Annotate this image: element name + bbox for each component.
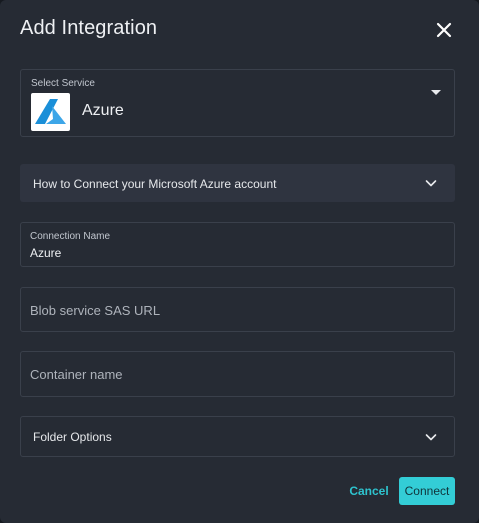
how-to-connect-accordion[interactable]: How to Connect your Microsoft Azure acco…	[20, 164, 455, 202]
container-name-field[interactable]: Container name	[20, 351, 455, 397]
blob-sas-url-placeholder: Blob service SAS URL	[30, 303, 161, 318]
service-select-label: Select Service	[31, 78, 95, 89]
folder-options-label: Folder Options	[33, 430, 112, 444]
close-button[interactable]	[434, 20, 454, 40]
container-name-placeholder: Container name	[30, 367, 123, 382]
connect-button[interactable]: Connect	[399, 477, 455, 505]
service-select-value: Azure	[82, 102, 124, 119]
chevron-down-icon	[425, 180, 437, 187]
close-icon	[436, 22, 452, 38]
connection-name-field[interactable]: Connection Name Azure	[20, 222, 455, 267]
azure-logo-icon	[31, 93, 70, 131]
connection-name-label: Connection Name	[30, 231, 111, 242]
connection-name-value: Azure	[30, 246, 62, 260]
caret-down-icon	[431, 90, 441, 95]
blob-sas-url-field[interactable]: Blob service SAS URL	[20, 287, 455, 332]
dialog-title: Add Integration	[20, 17, 158, 39]
add-integration-dialog: Add Integration Select Service Azure How…	[0, 0, 479, 523]
chevron-down-icon	[425, 434, 437, 441]
cancel-button[interactable]: Cancel	[344, 479, 394, 503]
service-select[interactable]: Select Service Azure	[20, 69, 455, 137]
folder-options-accordion[interactable]: Folder Options	[20, 416, 455, 457]
how-to-connect-label: How to Connect your Microsoft Azure acco…	[33, 177, 277, 191]
